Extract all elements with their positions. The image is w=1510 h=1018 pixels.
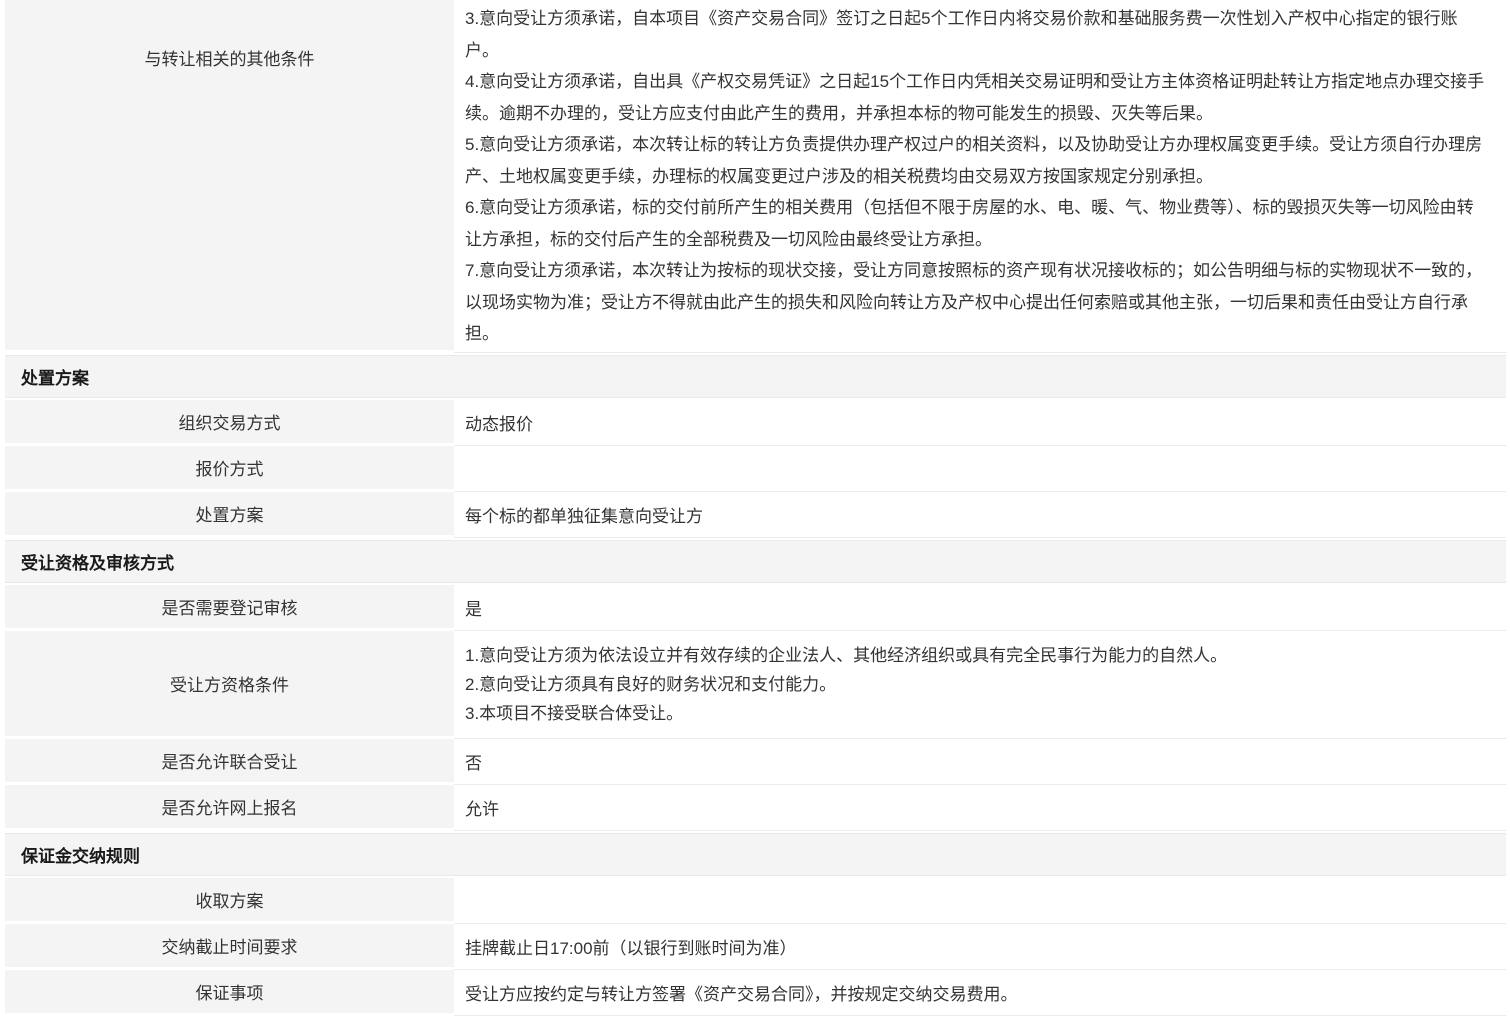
row-value: 受让方应按约定与转让方签署《资产交易合同》，并按规定交纳交易费用。 <box>454 970 1506 1016</box>
row-label: 组织交易方式 <box>5 400 454 446</box>
section-header-deposit-rules: 保证金交纳规则 <box>5 833 1506 876</box>
table-row-guarantee-matters: 保证事项 受让方应按约定与转让方签署《资产交易合同》，并按规定交纳交易费用。 <box>5 970 1506 1016</box>
table-row-joint-transfer-allowed: 是否允许联合受让 否 <box>5 739 1506 785</box>
row-value: 1.意向受让方须为依法设立并有效存续的企业法人、其他经济组织或具有完全民事行为能… <box>454 631 1506 739</box>
row-value <box>454 878 1506 924</box>
value-paragraph: 5.意向受让方须承诺，本次转让标的转让方负责提供办理产权过户的相关资料，以及协助… <box>465 129 1488 192</box>
row-label: 是否需要登记审核 <box>5 585 454 631</box>
table-row-payment-deadline: 交纳截止时间要求 挂牌截止日17:00前（以银行到账时间为准） <box>5 924 1506 970</box>
row-value: 否 <box>454 739 1506 785</box>
value-paragraph: 7.意向受让方须承诺，本次转让为按标的现状交接，受让方同意按照标的资产现有状况接… <box>465 255 1488 350</box>
table-row-quotation-method: 报价方式 <box>5 446 1506 492</box>
table-row-trade-organization-method: 组织交易方式 动态报价 <box>5 400 1506 446</box>
row-value: 允许 <box>454 785 1506 831</box>
row-label: 是否允许网上报名 <box>5 785 454 831</box>
row-value: 挂牌截止日17:00前（以银行到账时间为准） <box>454 924 1506 970</box>
row-label: 收取方案 <box>5 878 454 924</box>
asset-listing-detail-table: 与转让相关的其他条件 3.意向受让方须承诺，自本项目《资产交易合同》签订之日起5… <box>0 0 1510 1016</box>
table-row-transferee-qualification-conditions: 受让方资格条件 1.意向受让方须为依法设立并有效存续的企业法人、其他经济组织或具… <box>5 631 1506 739</box>
section-header-disposal-plan: 处置方案 <box>5 355 1506 398</box>
table-row-other-conditions: 与转让相关的其他条件 3.意向受让方须承诺，自本项目《资产交易合同》签订之日起5… <box>5 0 1506 353</box>
row-value <box>454 446 1506 492</box>
value-paragraph: 3.本项目不接受联合体受让。 <box>465 699 1488 728</box>
section-header-transferee-qualification: 受让资格及审核方式 <box>5 540 1506 583</box>
row-value: 动态报价 <box>454 400 1506 446</box>
row-label: 报价方式 <box>5 446 454 492</box>
row-label: 是否允许联合受让 <box>5 739 454 785</box>
table-row-registration-review-required: 是否需要登记审核 是 <box>5 585 1506 631</box>
row-value: 3.意向受让方须承诺，自本项目《资产交易合同》签订之日起5个工作日内将交易价款和… <box>454 0 1506 353</box>
table-row-online-registration-allowed: 是否允许网上报名 允许 <box>5 785 1506 831</box>
value-paragraph: 3.意向受让方须承诺，自本项目《资产交易合同》签订之日起5个工作日内将交易价款和… <box>465 3 1488 66</box>
table-row-disposal-plan: 处置方案 每个标的都单独征集意向受让方 <box>5 492 1506 538</box>
value-paragraph: 2.意向受让方须具有良好的财务状况和支付能力。 <box>465 670 1488 699</box>
row-value: 每个标的都单独征集意向受让方 <box>454 492 1506 538</box>
value-paragraph: 1.意向受让方须为依法设立并有效存续的企业法人、其他经济组织或具有完全民事行为能… <box>465 641 1488 670</box>
row-value: 是 <box>454 585 1506 631</box>
row-label: 处置方案 <box>5 492 454 538</box>
table-row-collection-plan: 收取方案 <box>5 878 1506 924</box>
value-paragraph: 4.意向受让方须承诺，自出具《产权交易凭证》之日起15个工作日内凭相关交易证明和… <box>465 66 1488 129</box>
row-label: 交纳截止时间要求 <box>5 924 454 970</box>
row-label: 保证事项 <box>5 970 454 1016</box>
row-label: 与转让相关的其他条件 <box>5 0 454 353</box>
row-label: 受让方资格条件 <box>5 631 454 739</box>
value-paragraph: 6.意向受让方须承诺，标的交付前所产生的相关费用（包括但不限于房屋的水、电、暖、… <box>465 192 1488 255</box>
